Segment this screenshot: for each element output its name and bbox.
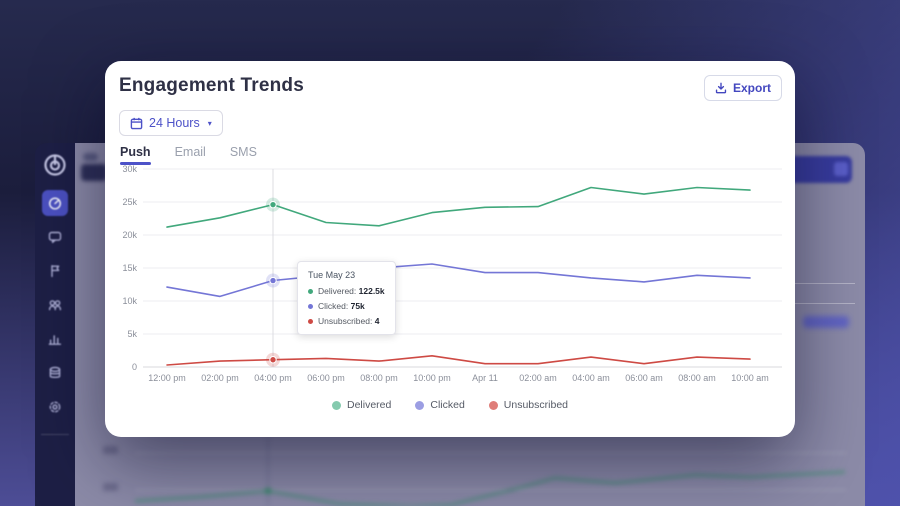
background-new-message-button bbox=[787, 156, 852, 183]
tooltip-date: Tue May 23 bbox=[308, 270, 356, 280]
svg-text:25k: 25k bbox=[122, 197, 137, 207]
background-export-blob bbox=[803, 316, 849, 328]
sidebar-item-gauge[interactable] bbox=[42, 190, 68, 216]
screen: { "modal": { "title": "Engagement Trends… bbox=[0, 0, 900, 506]
sidebar-item-bar-chart[interactable] bbox=[42, 326, 68, 352]
sidebar-item-gear[interactable] bbox=[42, 394, 68, 420]
gear-icon bbox=[49, 401, 61, 413]
legend-item-clicked[interactable]: Clicked bbox=[415, 399, 465, 411]
svg-text:10:00 pm: 10:00 pm bbox=[413, 373, 451, 383]
chevron-down-icon: ▾ bbox=[207, 118, 212, 128]
svg-text:12:00 pm: 12:00 pm bbox=[148, 373, 186, 383]
chart-legend: Delivered Clicked Unsubscribed bbox=[105, 399, 795, 411]
svg-text:06:00 pm: 06:00 pm bbox=[307, 373, 345, 383]
svg-text:02:00 am: 02:00 am bbox=[519, 373, 557, 383]
sidebar-item-audience[interactable] bbox=[42, 292, 68, 318]
sidebar-divider bbox=[41, 434, 69, 435]
tooltip-row: Unsubscribed: 4 bbox=[308, 316, 385, 326]
svg-text:06:00 am: 06:00 am bbox=[625, 373, 663, 383]
background-card-edge bbox=[790, 303, 855, 304]
time-range-dropdown[interactable]: 24 Hours ▾ bbox=[119, 110, 223, 136]
series-dot-icon bbox=[308, 303, 313, 309]
database-icon bbox=[49, 366, 61, 378]
sidebar-item-chat[interactable] bbox=[42, 224, 68, 250]
modal-header: Engagement Trends Export bbox=[105, 61, 795, 101]
engagement-trends-modal: Engagement Trends Export 24 Hours ▾ Push… bbox=[105, 61, 795, 437]
background-title-blob bbox=[81, 164, 107, 181]
svg-text:04:00 am: 04:00 am bbox=[572, 373, 610, 383]
bar-chart-icon bbox=[48, 335, 62, 345]
download-icon bbox=[715, 82, 727, 94]
svg-text:15k: 15k bbox=[122, 263, 137, 273]
tooltip-row: Clicked: 75k bbox=[308, 301, 385, 311]
series-dot-icon bbox=[308, 318, 313, 324]
svg-text:10k: 10k bbox=[122, 296, 137, 306]
export-button[interactable]: Export bbox=[703, 75, 782, 101]
svg-text:02:00 pm: 02:00 pm bbox=[201, 373, 239, 383]
engagement-chart[interactable]: 0 5k 10k 15k 20k 25k 30k 12:00 pm 02:00 pm 04:00 … bbox=[105, 161, 795, 387]
svg-text:08:00 am: 08:00 am bbox=[678, 373, 716, 383]
svg-text:10:00 am: 10:00 am bbox=[731, 373, 769, 383]
sidebar bbox=[35, 143, 75, 506]
svg-text:0: 0 bbox=[132, 362, 137, 372]
onesignal-logo-icon bbox=[44, 154, 66, 176]
sidebar-nav bbox=[35, 190, 75, 420]
legend-item-unsubscribed[interactable]: Unsubscribed bbox=[488, 399, 568, 411]
chart-tooltip: Tue May 23 Delivered: 122.5k Clicked: 75k… bbox=[297, 261, 396, 335]
tooltip-row: Delivered: 122.5k bbox=[308, 286, 385, 296]
svg-text:5k: 5k bbox=[127, 329, 137, 339]
sidebar-item-journey[interactable] bbox=[42, 258, 68, 284]
sidebar-item-database[interactable] bbox=[42, 360, 68, 386]
legend-dot-icon bbox=[332, 400, 341, 410]
modal-title: Engagement Trends bbox=[119, 75, 304, 96]
svg-text:Apr 11: Apr 11 bbox=[472, 373, 498, 383]
background-chart bbox=[103, 437, 847, 506]
time-range-label: 24 Hours bbox=[149, 116, 200, 130]
legend-item-delivered[interactable]: Delivered bbox=[332, 399, 391, 411]
calendar-icon bbox=[130, 117, 143, 129]
svg-text:04:00 pm: 04:00 pm bbox=[254, 373, 292, 383]
chat-icon bbox=[48, 231, 62, 244]
legend-dot-icon bbox=[415, 400, 425, 410]
export-button-label: Export bbox=[732, 81, 771, 95]
series-dot-icon bbox=[308, 288, 313, 294]
svg-text:08:00 pm: 08:00 pm bbox=[360, 373, 398, 383]
svg-text:20k: 20k bbox=[122, 230, 137, 240]
journey-icon bbox=[51, 265, 60, 278]
background-heading-blob bbox=[83, 153, 98, 161]
audience-icon bbox=[48, 300, 62, 311]
background-card-edge bbox=[790, 283, 855, 284]
gauge-icon bbox=[48, 197, 62, 210]
legend-dot-icon bbox=[488, 400, 498, 410]
svg-text:30k: 30k bbox=[122, 164, 137, 174]
